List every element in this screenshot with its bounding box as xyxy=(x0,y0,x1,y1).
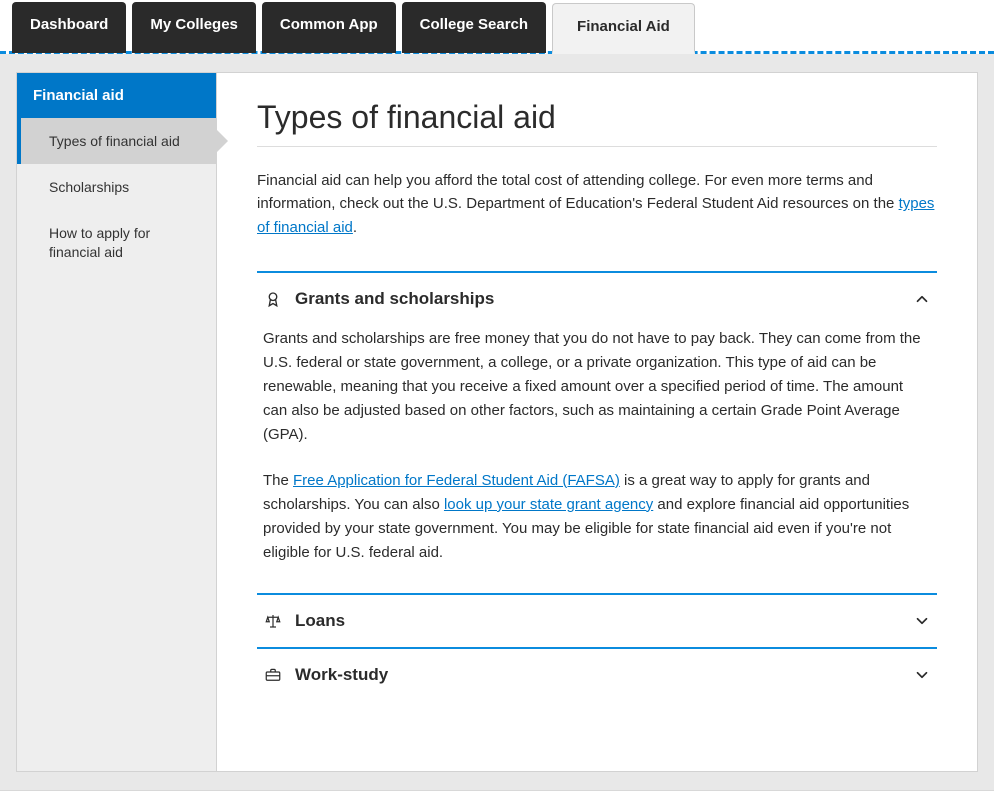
sidebar-item-label: Scholarships xyxy=(49,179,129,195)
chevron-down-icon xyxy=(913,666,931,684)
grants-paragraph-2: The Free Application for Federal Student… xyxy=(263,469,931,565)
intro-paragraph: Financial aid can help you afford the to… xyxy=(257,169,937,239)
main-content: Types of financial aid Financial aid can… xyxy=(217,73,977,771)
accordion-grants-scholarships: Grants and scholarships Grants and schol… xyxy=(257,271,937,593)
tab-college-search[interactable]: College Search xyxy=(402,2,546,53)
sidebar-item-how-to-apply[interactable]: How to apply for financial aid xyxy=(17,210,216,274)
intro-text-pre: Financial aid can help you afford the to… xyxy=(257,172,899,212)
sidebar-item-label: How to apply for financial aid xyxy=(49,225,150,259)
state-grant-agency-link[interactable]: look up your state grant agency xyxy=(444,496,653,513)
briefcase-icon xyxy=(263,665,283,685)
sidebar-item-label: Types of financial aid xyxy=(49,133,180,149)
page-title: Types of financial aid xyxy=(257,99,937,136)
accordion-header-work-study[interactable]: Work-study xyxy=(257,649,937,701)
accordion-label: Grants and scholarships xyxy=(295,289,901,309)
sidebar-header: Financial aid xyxy=(17,73,216,118)
sidebar-item-scholarships[interactable]: Scholarships xyxy=(17,164,216,210)
accordion-loans: Loans xyxy=(257,593,937,647)
chevron-down-icon xyxy=(913,612,931,630)
content-wrap: Financial aid Types of financial aid Sch… xyxy=(16,72,978,772)
award-ribbon-icon xyxy=(263,289,283,309)
page-container: Financial aid Types of financial aid Sch… xyxy=(0,54,994,791)
accordion-header-loans[interactable]: Loans xyxy=(257,595,937,647)
accordion-label: Loans xyxy=(295,611,901,631)
chevron-up-icon xyxy=(913,290,931,308)
sidebar: Financial aid Types of financial aid Sch… xyxy=(17,73,217,771)
tab-my-colleges[interactable]: My Colleges xyxy=(132,2,256,53)
accordion-body-grants: Grants and scholarships are free money t… xyxy=(257,325,937,593)
tab-financial-aid[interactable]: Financial Aid xyxy=(552,3,695,54)
accordion-label: Work-study xyxy=(295,665,901,685)
fafsa-link[interactable]: Free Application for Federal Student Aid… xyxy=(293,472,620,489)
tab-common-app[interactable]: Common App xyxy=(262,2,396,53)
intro-text-post: . xyxy=(353,219,357,236)
title-rule xyxy=(257,146,937,147)
tab-dashboard[interactable]: Dashboard xyxy=(12,2,126,53)
grants-p2-pre: The xyxy=(263,472,293,489)
accordion-header-grants[interactable]: Grants and scholarships xyxy=(257,273,937,325)
scales-icon xyxy=(263,611,283,631)
sidebar-item-types-of-financial-aid[interactable]: Types of financial aid xyxy=(17,118,216,164)
grants-paragraph-1: Grants and scholarships are free money t… xyxy=(263,327,931,447)
tab-bar: Dashboard My Colleges Common App College… xyxy=(0,0,994,54)
accordion-work-study: Work-study xyxy=(257,647,937,701)
